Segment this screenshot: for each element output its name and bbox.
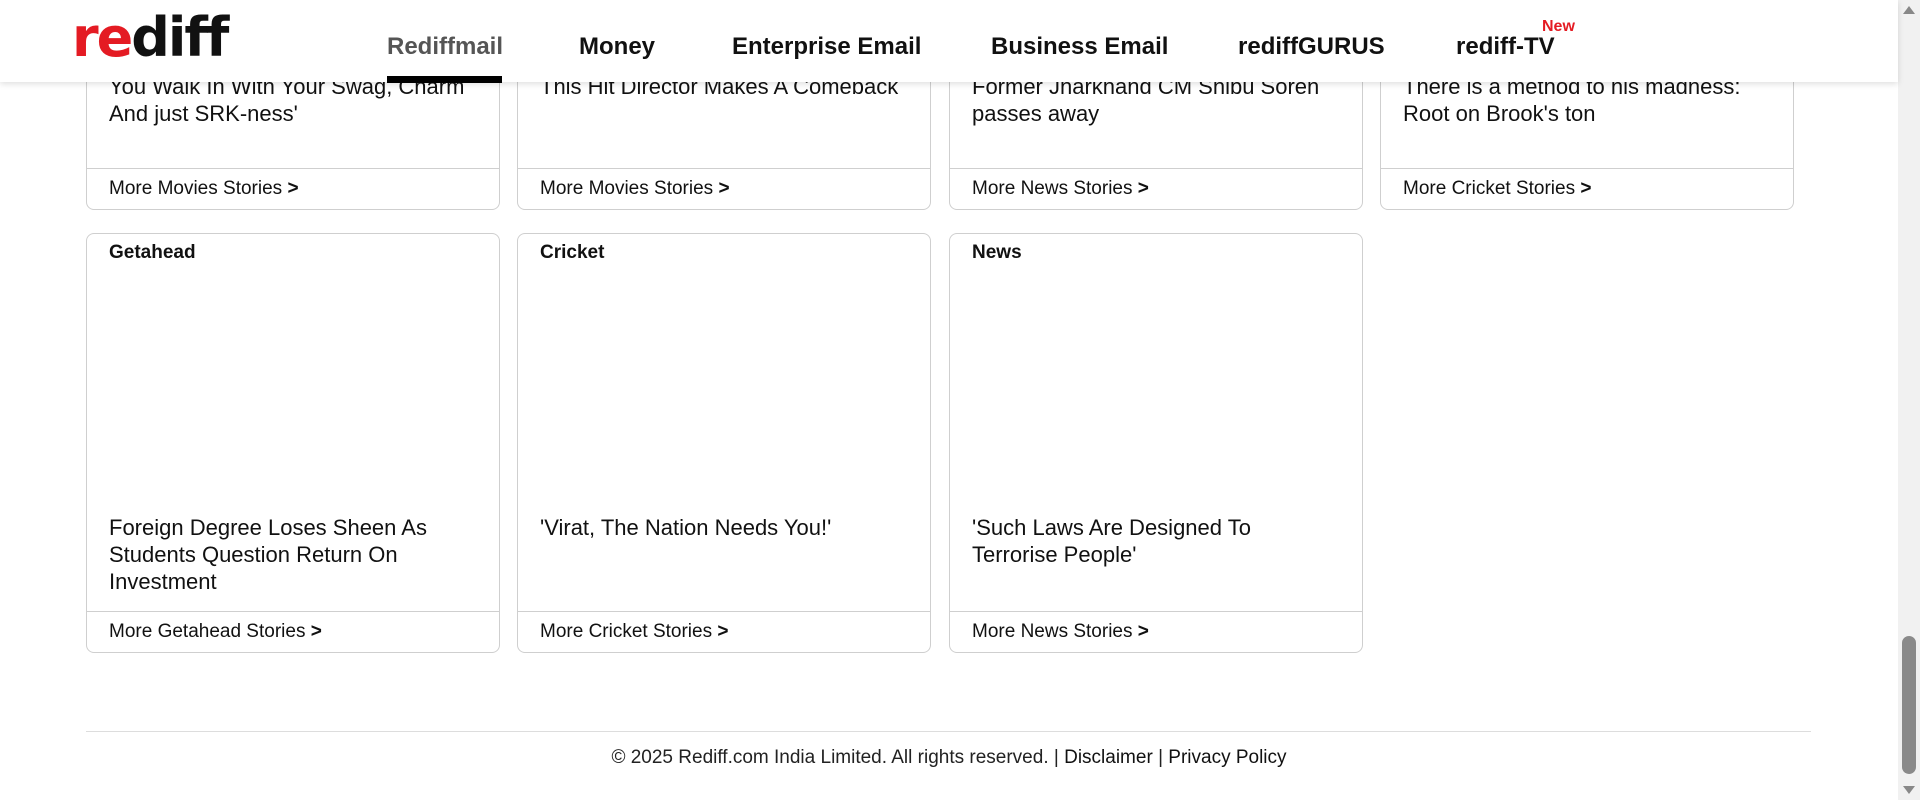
privacy-policy-link[interactable]: Privacy Policy <box>1168 747 1286 768</box>
story-category: Getahead <box>109 242 196 263</box>
more-stories-label: More Cricket Stories <box>1403 178 1576 199</box>
active-tab-underline <box>387 76 502 83</box>
more-stories-label: More Cricket Stories <box>540 621 713 642</box>
footer-divider <box>86 731 1811 732</box>
nav-item-business-email[interactable]: Business Email <box>991 32 1168 62</box>
story-title[interactable]: Foreign Degree Loses Sheen As Students Q… <box>109 514 477 595</box>
disclaimer-link[interactable]: Disclaimer <box>1064 747 1153 768</box>
copyright-text: © 2025 Rediff.com India Limited. All rig… <box>611 747 1059 768</box>
chevron-right-icon: > <box>310 621 322 642</box>
story-card[interactable]: Getahead Foreign Degree Loses Sheen As S… <box>86 233 500 653</box>
nav-item-enterprise-email[interactable]: Enterprise Email <box>732 32 921 62</box>
more-stories-link[interactable]: More Movies Stories > <box>518 168 930 209</box>
story-category: Cricket <box>540 242 605 263</box>
new-badge: New <box>1542 18 1575 35</box>
rediff-logo[interactable]: rediff <box>72 10 229 66</box>
story-category: News <box>972 242 1022 263</box>
chevron-right-icon: > <box>1137 621 1149 642</box>
story-card[interactable]: News 'Such Laws Are Designed To Terroris… <box>949 233 1363 653</box>
logo-dark-part: diff <box>131 6 229 69</box>
more-stories-link[interactable]: More Cricket Stories > <box>1381 168 1793 209</box>
more-stories-label: More Getahead Stories <box>109 621 306 642</box>
more-stories-label: More News Stories <box>972 178 1133 199</box>
more-stories-link[interactable]: More News Stories > <box>950 168 1362 209</box>
footer-copyright: © 2025 Rediff.com India Limited. All rig… <box>0 747 1898 769</box>
more-stories-link[interactable]: More Movies Stories > <box>87 168 499 209</box>
more-stories-label: More News Stories <box>972 621 1133 642</box>
more-stories-link[interactable]: More News Stories > <box>950 611 1362 652</box>
more-stories-label: More Movies Stories <box>540 178 714 199</box>
chevron-right-icon: > <box>1580 178 1592 199</box>
chevron-right-icon: > <box>1137 178 1149 199</box>
nav-item-rediffmail[interactable]: Rediffmail <box>387 32 503 62</box>
story-card[interactable]: Cricket 'Virat, The Nation Needs You!' M… <box>517 233 931 653</box>
site-header: rediff Rediffmail Money Enterprise Email… <box>0 0 1898 83</box>
story-title[interactable]: 'Virat, The Nation Needs You!' <box>540 514 908 541</box>
chevron-right-icon: > <box>717 621 729 642</box>
logo-red-part: re <box>72 6 133 69</box>
footer-separator: | <box>1158 747 1163 768</box>
nav-item-rediffgurus[interactable]: rediffGURUS <box>1238 32 1385 62</box>
chevron-right-icon: > <box>718 178 730 199</box>
scroll-up-arrow-icon[interactable] <box>1903 6 1915 14</box>
more-stories-link[interactable]: More Getahead Stories > <box>87 611 499 652</box>
page-scrollbar[interactable] <box>1898 0 1920 800</box>
scroll-down-arrow-icon[interactable] <box>1903 786 1915 794</box>
nav-item-rediff-tv[interactable]: rediff-TV <box>1456 32 1555 62</box>
nav-item-money[interactable]: Money <box>579 32 655 62</box>
more-stories-label: More Movies Stories <box>109 178 283 199</box>
scrollbar-thumb[interactable] <box>1902 636 1916 774</box>
more-stories-link[interactable]: More Cricket Stories > <box>518 611 930 652</box>
story-title[interactable]: 'Such Laws Are Designed To Terrorise Peo… <box>972 514 1340 568</box>
chevron-right-icon: > <box>287 178 299 199</box>
